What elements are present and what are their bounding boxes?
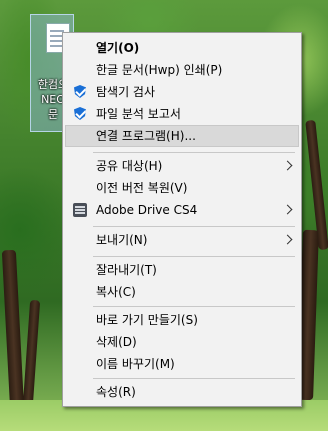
menu-item-open[interactable]: 열기(O) <box>65 37 299 59</box>
menu-item-label: 복사(C) <box>96 285 136 299</box>
menu-item-delete[interactable]: 삭제(D) <box>65 331 299 353</box>
menu-item-label: 열기(O) <box>96 41 140 55</box>
menu-item-copy[interactable]: 복사(C) <box>65 281 299 303</box>
chevron-right-icon <box>282 160 293 171</box>
menu-item-label: 삭제(D) <box>96 335 137 349</box>
menu-item-properties[interactable]: 속성(R) <box>65 381 299 403</box>
menu-item-label: 탐색기 검사 <box>96 85 156 99</box>
menu-item-label: 바로 가기 만들기(S) <box>96 313 198 327</box>
menu-item-label: 파일 분석 보고서 <box>96 107 181 121</box>
menu-item-label: 한글 문서(Hwp) 인쇄(P) <box>96 63 223 77</box>
menu-item-cut[interactable]: 잘라내기(T) <box>65 259 299 281</box>
menu-separator <box>93 226 295 227</box>
shield-check-icon <box>73 85 87 99</box>
menu-item-label: 공유 대상(H) <box>96 159 163 173</box>
context-menu: 열기(O) 한글 문서(Hwp) 인쇄(P) 탐색기 검사 파일 분석 보고서 … <box>62 32 302 407</box>
menu-separator <box>93 378 295 379</box>
menu-item-open-with[interactable]: 연결 프로그램(H)... <box>65 125 299 147</box>
tree-trunk <box>1 249 25 411</box>
menu-item-print[interactable]: 한글 문서(Hwp) 인쇄(P) <box>65 59 299 81</box>
menu-item-label: 잘라내기(T) <box>96 263 157 277</box>
menu-item-adobe-drive[interactable]: Adobe Drive CS4 <box>65 199 299 221</box>
menu-item-restore-previous-versions[interactable]: 이전 버전 복원(V) <box>65 177 299 199</box>
shield-check-icon <box>73 107 87 121</box>
menu-item-label: 이름 바꾸기(M) <box>96 357 175 371</box>
menu-separator <box>93 152 295 153</box>
menu-item-label: 보내기(N) <box>96 233 148 247</box>
menu-item-explorer-scan[interactable]: 탐색기 검사 <box>65 81 299 103</box>
menu-item-label: 연결 프로그램(H)... <box>96 129 196 143</box>
menu-item-label: 속성(R) <box>96 385 136 399</box>
menu-item-label: Adobe Drive CS4 <box>96 203 198 217</box>
menu-separator <box>93 306 295 307</box>
menu-item-label: 이전 버전 복원(V) <box>96 181 188 195</box>
menu-item-create-shortcut[interactable]: 바로 가기 만들기(S) <box>65 309 299 331</box>
menu-item-send-to[interactable]: 보내기(N) <box>65 229 299 251</box>
chevron-right-icon <box>282 234 293 245</box>
menu-item-file-analysis-report[interactable]: 파일 분석 보고서 <box>65 103 299 125</box>
menu-item-rename[interactable]: 이름 바꾸기(M) <box>65 353 299 375</box>
menu-item-share-with[interactable]: 공유 대상(H) <box>65 155 299 177</box>
chevron-right-icon <box>282 204 293 215</box>
menu-separator <box>93 256 295 257</box>
adobe-drive-icon <box>73 203 87 217</box>
